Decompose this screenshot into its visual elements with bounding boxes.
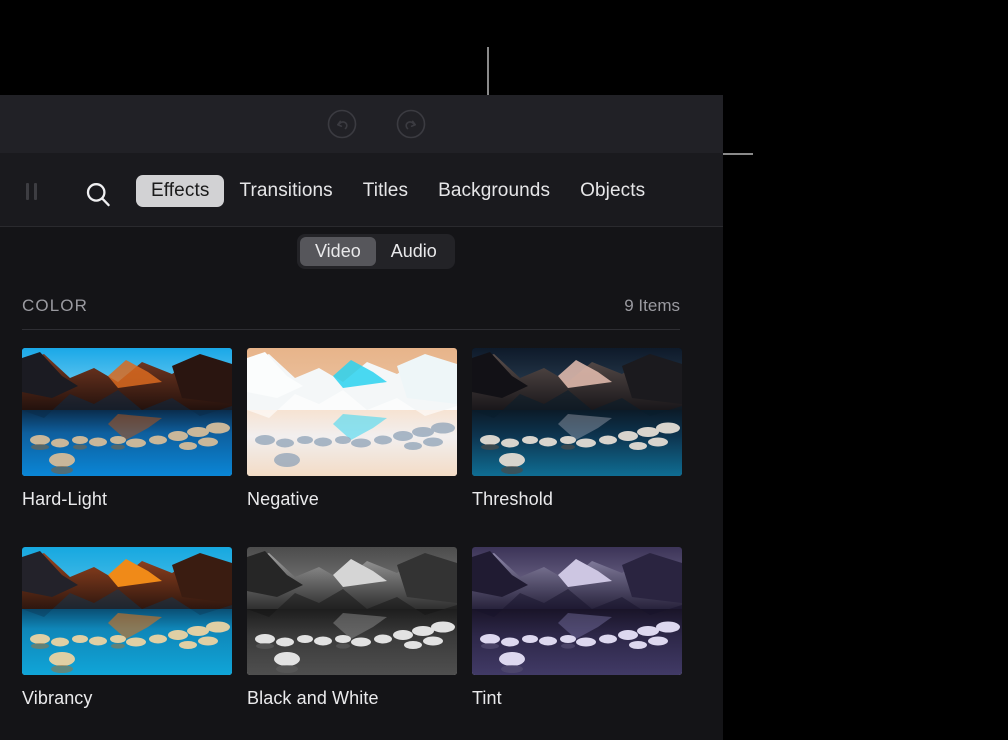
tab-label: Effects <box>151 180 209 202</box>
effect-thumbnail-negative[interactable] <box>247 348 457 476</box>
effect-thumbnail-vibrancy[interactable] <box>22 547 232 675</box>
effect-thumbnail-threshold[interactable] <box>472 348 682 476</box>
tab-objects[interactable]: Objects <box>565 175 660 207</box>
sidebar-handle-icon[interactable] <box>22 182 40 200</box>
effect-label: Tint <box>472 688 682 709</box>
search-icon <box>82 179 114 211</box>
redo-icon <box>396 109 426 139</box>
tab-label: Objects <box>580 180 645 202</box>
effect-thumbnail-tint[interactable] <box>472 547 682 675</box>
tab-effects[interactable]: Effects <box>136 175 224 207</box>
segment-audio[interactable]: Audio <box>376 237 452 266</box>
segment-label: Audio <box>391 241 437 262</box>
preview-black-and-white <box>247 547 457 675</box>
tab-label: Titles <box>363 180 408 202</box>
effect-label: Hard-Light <box>22 489 232 510</box>
tab-titles[interactable]: Titles <box>348 175 423 207</box>
tab-label: Backgrounds <box>438 180 550 202</box>
effect-item[interactable]: Tint <box>472 547 682 709</box>
tab-label: Transitions <box>239 180 332 202</box>
browser-tab-strip: Effects Transitions Titles Backgrounds O… <box>0 153 723 227</box>
effect-thumbnail-hard-light[interactable] <box>22 348 232 476</box>
toolbar <box>0 95 723 153</box>
segment-label: Video <box>315 241 361 262</box>
effect-item[interactable]: Black and White <box>247 547 457 709</box>
redo-button[interactable] <box>393 106 429 142</box>
group-title: COLOR <box>22 296 88 316</box>
effect-label: Black and White <box>247 688 457 709</box>
browser-tabs: Effects Transitions Titles Backgrounds O… <box>136 175 660 207</box>
preview-threshold <box>472 348 682 476</box>
preview-hard-light <box>22 348 232 476</box>
group-item-count: 9 Items <box>624 296 680 316</box>
effects-grid: Hard-Light <box>22 348 702 709</box>
preview-tint <box>472 547 682 675</box>
effect-thumbnail-black-and-white[interactable] <box>247 547 457 675</box>
app-window: Effects Transitions Titles Backgrounds O… <box>0 0 1008 740</box>
undo-icon <box>327 109 357 139</box>
search-button[interactable] <box>82 179 114 211</box>
effect-label: Vibrancy <box>22 688 232 709</box>
undo-button[interactable] <box>324 106 360 142</box>
effect-item[interactable]: Hard-Light <box>22 348 232 510</box>
effect-item[interactable]: Negative <box>247 348 457 510</box>
preview-negative <box>247 348 457 476</box>
effect-label: Threshold <box>472 489 682 510</box>
media-type-segmented-control: Video Audio <box>297 234 455 269</box>
preview-vibrancy <box>22 547 232 675</box>
segment-video[interactable]: Video <box>300 237 376 266</box>
tab-transitions[interactable]: Transitions <box>224 175 347 207</box>
effect-item[interactable]: Threshold <box>472 348 682 510</box>
effect-item[interactable]: Vibrancy <box>22 547 232 709</box>
tab-backgrounds[interactable]: Backgrounds <box>423 175 565 207</box>
group-header: COLOR 9 Items <box>22 296 680 330</box>
effect-label: Negative <box>247 489 457 510</box>
